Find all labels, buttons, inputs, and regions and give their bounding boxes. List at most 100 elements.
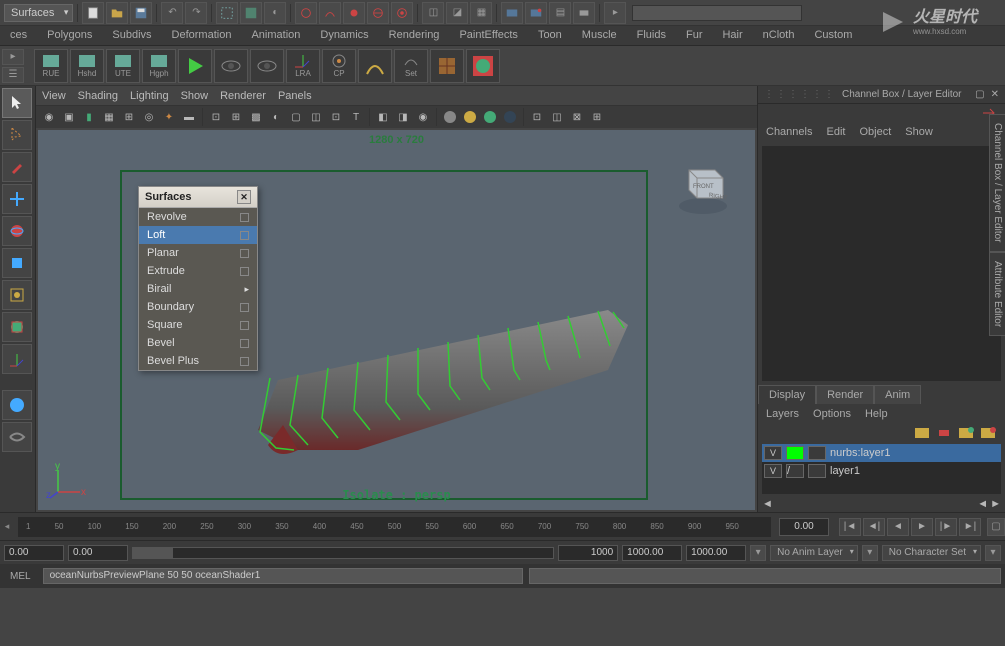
range-start[interactable]: 0.00 [4, 545, 64, 561]
options-menu[interactable]: Options [813, 408, 851, 420]
vp-hq-icon[interactable]: ◫ [307, 108, 325, 126]
help-menu[interactable]: Help [865, 408, 888, 420]
range-start2[interactable]: 0.00 [68, 545, 128, 561]
render-icon[interactable] [501, 2, 523, 24]
character-set-dropdown[interactable]: No Character Set [882, 545, 981, 561]
single-view[interactable] [2, 390, 32, 420]
range-end1[interactable]: 1000 [558, 545, 618, 561]
layer-color-swatch[interactable]: / [786, 464, 804, 478]
shelf-eye1[interactable] [214, 49, 248, 83]
vp-xray-icon[interactable]: T [347, 108, 365, 126]
rotate-tool[interactable] [2, 216, 32, 246]
vp-select-camera-icon[interactable]: ◉ [40, 108, 58, 126]
surfaces-item-bevel[interactable]: Bevel [139, 334, 257, 352]
menu-tab[interactable]: Dynamics [310, 26, 378, 45]
new-scene-icon[interactable] [82, 2, 104, 24]
viewport-3d[interactable]: 1280 x 720 [38, 130, 755, 510]
go-end-button[interactable]: ►| [959, 518, 981, 536]
select-tool[interactable] [2, 88, 32, 118]
shelf-ute[interactable]: UTE [106, 49, 140, 83]
select-icon[interactable] [216, 2, 238, 24]
save-icon[interactable] [130, 2, 152, 24]
side-tab-channelbox[interactable]: Channel Box / Layer Editor [989, 114, 1005, 252]
go-start-button[interactable]: |◄ [839, 518, 861, 536]
vp-material1-icon[interactable] [441, 108, 459, 126]
vp-image-plane-icon[interactable]: ▮ [80, 108, 98, 126]
vp-renderer3-icon[interactable]: ⊠ [568, 108, 586, 126]
layer-visibility-toggle[interactable]: V [764, 446, 782, 460]
shelf-rue[interactable]: RUE [34, 49, 68, 83]
layer-type-toggle[interactable] [808, 446, 826, 460]
shelf-set[interactable]: Set [394, 49, 428, 83]
view-cube[interactable]: FRONT RIGHT [671, 154, 735, 218]
vp-menu-panels[interactable]: Panels [278, 90, 312, 102]
vp-poly-icon[interactable]: ◨ [394, 108, 412, 126]
layer-row[interactable]: V nurbs:layer1 [762, 444, 1001, 462]
shelf-eye2[interactable] [250, 49, 284, 83]
shelf-hshd[interactable]: Hshd [70, 49, 104, 83]
layer-scrollbar[interactable]: ◄◄► [758, 496, 1005, 512]
layer-tab-render[interactable]: Render [816, 385, 874, 404]
surfaces-item-birail[interactable]: Birail▸ [139, 280, 257, 298]
snap-curve-icon[interactable] [319, 2, 341, 24]
surfaces-item-revolve[interactable]: Revolve [139, 208, 257, 226]
menu-tab[interactable]: Rendering [379, 26, 450, 45]
vp-material2-icon[interactable] [461, 108, 479, 126]
vp-renderer2-icon[interactable]: ◫ [548, 108, 566, 126]
manipulator-tool[interactable] [2, 280, 32, 310]
shelf-tab-up[interactable]: ▸ [2, 49, 24, 65]
close-icon[interactable]: ✕ [237, 190, 251, 204]
step-fwd-button[interactable]: |► [935, 518, 957, 536]
vp-renderer1-icon[interactable]: ⊡ [528, 108, 546, 126]
vp-shadow-icon[interactable]: ▢ [287, 108, 305, 126]
vp-film-gate-icon[interactable]: ◎ [140, 108, 158, 126]
command-input[interactable]: oceanNurbsPreviewPlane 50 50 oceanShader… [43, 568, 523, 584]
timeline-options-icon[interactable]: ▢ [987, 518, 1005, 536]
ipr-icon[interactable] [525, 2, 547, 24]
surfaces-panel-title[interactable]: Surfaces ✕ [139, 187, 257, 208]
menu-tab[interactable]: PaintEffects [449, 26, 528, 45]
menu-tab[interactable]: Muscle [572, 26, 627, 45]
redo-icon[interactable]: ↷ [185, 2, 207, 24]
channels-menu[interactable]: Channels [766, 126, 812, 138]
range-end3[interactable]: 1000.00 [686, 545, 746, 561]
layer-add2-icon[interactable] [979, 426, 997, 440]
select-hier-icon[interactable] [240, 2, 262, 24]
vp-menu-shading[interactable]: Shading [78, 90, 118, 102]
construction-icon[interactable]: ▦ [470, 2, 492, 24]
layer-color-swatch[interactable] [786, 446, 804, 460]
render-settings-icon[interactable]: ▤ [549, 2, 571, 24]
surfaces-item-square[interactable]: Square [139, 316, 257, 334]
menu-tab[interactable]: Subdivs [102, 26, 161, 45]
four-view[interactable] [2, 422, 32, 452]
soft-tool[interactable] [2, 312, 32, 342]
menu-tab[interactable]: Polygons [37, 26, 102, 45]
vp-bookmark-icon[interactable]: ▣ [60, 108, 78, 126]
lasso-icon[interactable]: ◐ [264, 2, 286, 24]
layer-type-toggle[interactable] [808, 464, 826, 478]
vp-cube-icon[interactable]: ◧ [374, 108, 392, 126]
menu-tab[interactable]: Deformation [162, 26, 242, 45]
vp-menu-view[interactable]: View [42, 90, 66, 102]
snap-grid-icon[interactable] [295, 2, 317, 24]
surfaces-item-planar[interactable]: Planar [139, 244, 257, 262]
layers-menu[interactable]: Layers [766, 408, 799, 420]
vp-2d-icon[interactable]: ▦ [100, 108, 118, 126]
shelf-cp[interactable]: CP [322, 49, 356, 83]
vp-textured-icon[interactable]: ▩ [247, 108, 265, 126]
char-set-opts-icon[interactable]: ▾ [985, 545, 1001, 561]
play-fwd-button[interactable]: ► [911, 518, 933, 536]
panel-min-icon[interactable]: ▢ [975, 89, 984, 100]
menu-tab[interactable]: ces [0, 26, 37, 45]
layer-move-icon[interactable] [935, 426, 953, 440]
shelf-grid[interactable] [430, 49, 464, 83]
shelf-lra[interactable]: LRA [286, 49, 320, 83]
play-back-button[interactable]: ◄ [887, 518, 909, 536]
side-tab-attribute[interactable]: Attribute Editor [989, 252, 1005, 336]
vp-sphere-icon[interactable]: ◉ [414, 108, 432, 126]
vp-res-gate-icon[interactable]: ✦ [160, 108, 178, 126]
layer-visibility-toggle[interactable]: V [764, 464, 782, 478]
panel-close-icon[interactable]: ✕ [991, 89, 999, 100]
open-icon[interactable] [106, 2, 128, 24]
vp-wireframe-icon[interactable]: ⊡ [207, 108, 225, 126]
